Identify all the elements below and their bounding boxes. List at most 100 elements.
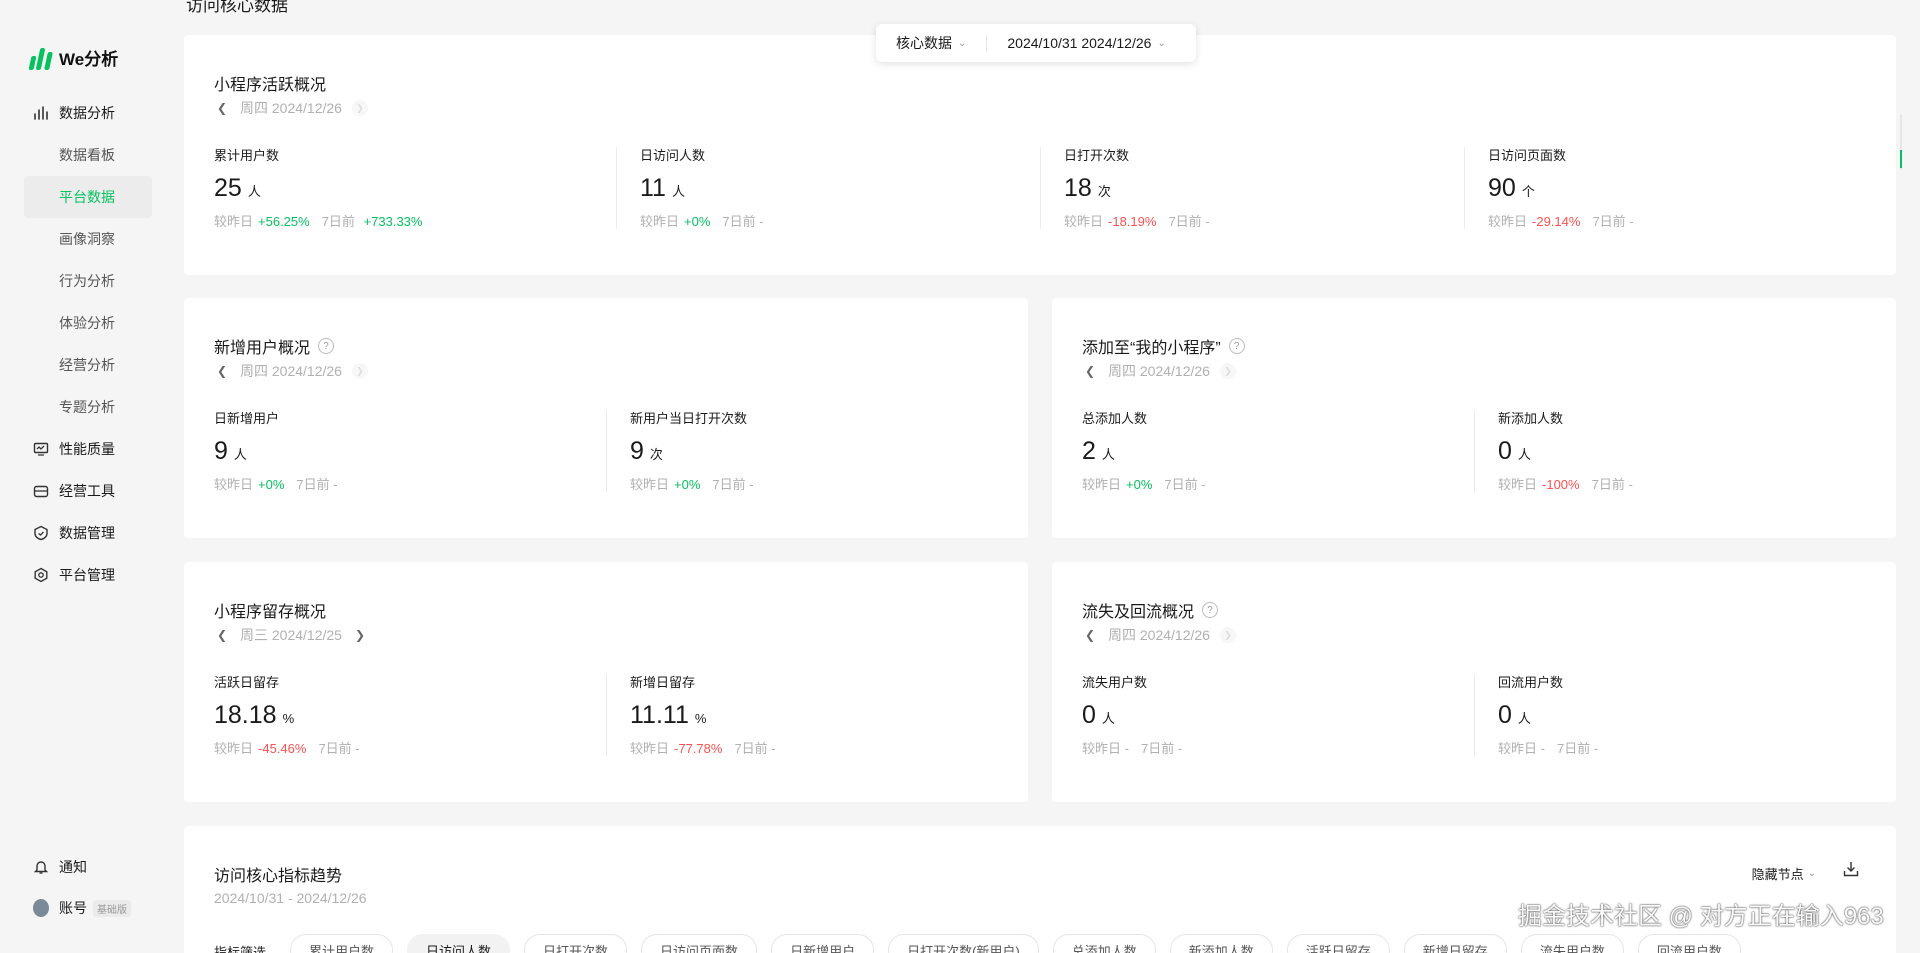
filter-bar: 核心数据 ⌄ 2024/10/31 2024/12/26 ⌄ (876, 24, 1196, 62)
help-icon[interactable]: ? (1202, 602, 1219, 618)
sidebar: We分析 数据分析 数据看板 平台数据 画像洞察 行为分析 体验分析 经营分析 … (0, 0, 160, 953)
sidebar-item-platform-management[interactable]: 平台管理 (24, 554, 152, 596)
next-day-button[interactable]: ❯ (1219, 363, 1236, 379)
sidebar-item-performance[interactable]: 性能质量 (24, 428, 152, 470)
divider (1474, 674, 1475, 756)
divider (1474, 410, 1475, 492)
prev-day-button[interactable]: ❮ (1082, 627, 1098, 643)
metric-label: 日访问人数 (640, 148, 706, 163)
sidebar-item-label: 性能质量 (59, 441, 115, 457)
avatar (33, 899, 49, 917)
date-navigator: ❮ 周四 2024/12/26 ❯ (214, 98, 368, 118)
metric-churned-users: 流失用户数 0人 较昨日 -7日前 - (1082, 672, 1182, 757)
metric-label: 日新增用户 (214, 411, 280, 426)
hide-nodes-dropdown[interactable]: 隐藏节点 ⌄ (1752, 864, 1816, 883)
metric-daily-visitors: 日访问人数 11 人 较昨日 +0% 7日前 - (640, 145, 764, 230)
watermark: 掘金技术社区 @ 对方正在输入963 (1518, 903, 1884, 930)
metric-daily-pages: 日访问页面数 90 个 较昨日 -29.14% 7日前 - (1488, 145, 1634, 230)
next-day-button[interactable]: ❯ (351, 363, 368, 379)
sidebar-item-data-management[interactable]: 数据管理 (24, 512, 152, 554)
chevron-down-icon: ⌄ (1157, 37, 1166, 49)
sidebar-item-data-analysis[interactable]: 数据分析 (24, 92, 152, 134)
account-badge: 基础版 (93, 899, 131, 917)
prev-day-button[interactable]: ❮ (214, 627, 230, 643)
sidebar-account[interactable]: 账号 基础版 (24, 889, 152, 927)
help-icon[interactable]: ? (1228, 338, 1245, 354)
sidebar-item-label: 平台管理 (59, 567, 115, 583)
metric-value: 90 个 (1488, 174, 1535, 202)
logo-icon (28, 46, 53, 70)
prev-day-button[interactable]: ❮ (214, 363, 230, 379)
hexagon-gear-icon (33, 567, 49, 583)
card-title: 流失及回流概况? (1082, 598, 1219, 622)
metric-label: 新用户当日打开次数 (630, 411, 748, 426)
scroll-indicator[interactable] (1900, 115, 1902, 170)
metric-category-select[interactable]: 核心数据 ⌄ (896, 33, 966, 53)
metric-compare: 较昨日 -7日前 - (1082, 741, 1183, 756)
metric-compare: 较昨日 -77.78% 7日前 - (630, 741, 776, 756)
metric-compare: 较昨日 -18.19% 7日前 - (1064, 214, 1210, 229)
sidebar-item-portrait[interactable]: 画像洞察 (24, 218, 152, 260)
metric-new-added: 新添加人数 0人 较昨日 -100% 7日前 - (1498, 408, 1633, 493)
metric-chip[interactable]: 新增日留存 (1403, 934, 1507, 953)
date-range-picker[interactable]: 2024/10/31 2024/12/26 ⌄ (1007, 35, 1165, 51)
divider (616, 147, 617, 229)
metric-value: 0人 (1498, 437, 1531, 465)
prev-day-button[interactable]: ❮ (214, 100, 230, 116)
dropdown-label: 隐藏节点 (1751, 867, 1804, 882)
date-label: 周四 2024/12/26 (240, 100, 342, 116)
next-day-button[interactable]: ❯ (351, 100, 368, 116)
toolbox-icon (33, 483, 49, 499)
card-added-to-my-apps: 添加至“我的小程序”? ❮ 周四 2024/12/26 ❯ 总添加人数 2人 较… (1052, 298, 1896, 538)
metric-value: 18 次 (1064, 174, 1111, 202)
metric-label: 日访问页面数 (1488, 148, 1567, 163)
page-title: 访问核心数据 (186, 0, 288, 15)
metric-label: 流失用户数 (1082, 675, 1148, 690)
metric-chip[interactable]: 日新增用户 (771, 934, 875, 953)
sidebar-nav: 数据分析 数据看板 平台数据 画像洞察 行为分析 体验分析 经营分析 专题分析 … (24, 92, 152, 596)
logo[interactable]: We分析 (28, 45, 118, 70)
next-day-button[interactable]: ❯ (1219, 627, 1236, 643)
sidebar-item-label: 经营工具 (59, 483, 115, 499)
metric-chip[interactable]: 日访问页面数 (641, 934, 758, 953)
divider (1464, 147, 1465, 229)
account-label: 账号 (59, 900, 87, 916)
sidebar-item-dashboard[interactable]: 数据看板 (24, 134, 152, 176)
download-icon[interactable] (1842, 860, 1860, 878)
sidebar-notify[interactable]: 通知 (24, 848, 152, 886)
metric-chip[interactable]: 日打开次数 (524, 934, 628, 953)
divider (606, 410, 607, 492)
card-title: 新增用户概况? (214, 334, 335, 358)
date-navigator: ❮ 周四 2024/12/26 ❯ (1082, 361, 1236, 381)
date-navigator: ❮ 周三 2024/12/25 ❯ (214, 625, 368, 645)
help-icon[interactable]: ? (318, 338, 335, 354)
sidebar-item-experience[interactable]: 体验分析 (24, 302, 152, 344)
sidebar-item-behavior[interactable]: 行为分析 (24, 260, 152, 302)
divider (986, 35, 988, 51)
metric-chip[interactable]: 流失用户数 (1520, 934, 1624, 953)
date-navigator: ❮ 周四 2024/12/26 ❯ (1082, 625, 1236, 645)
metric-chip[interactable]: 新添加人数 (1169, 934, 1273, 953)
metric-new-retention: 新增日留存 11.11% 较昨日 -77.78% 7日前 - (630, 672, 776, 757)
sidebar-item-topics[interactable]: 专题分析 (24, 386, 152, 428)
card-title: 添加至“我的小程序”? (1082, 334, 1245, 358)
metric-chip[interactable]: 回流用户数 (1637, 934, 1741, 953)
card-new-users: 新增用户概况? ❮ 周四 2024/12/26 ❯ 日新增用户 9人 较昨日 +0… (184, 298, 1028, 538)
card-trend: 访问核心指标趋势 2024/10/31 - 2024/12/26 隐藏节点 ⌄ … (184, 826, 1896, 953)
sidebar-item-platform-data[interactable]: 平台数据 (24, 176, 152, 218)
metric-chip[interactable]: 总添加人数 (1052, 934, 1156, 953)
metric-chip[interactable]: 日访问人数 (407, 934, 511, 953)
sidebar-item-business[interactable]: 经营分析 (24, 344, 152, 386)
monitor-icon (33, 441, 49, 457)
sidebar-item-tools[interactable]: 经营工具 (24, 470, 152, 512)
prev-day-button[interactable]: ❮ (1082, 363, 1098, 379)
metric-chip[interactable]: 累计用户数 (290, 934, 394, 953)
shield-icon (33, 525, 49, 541)
select-value: 核心数据 (896, 35, 952, 51)
metric-chip[interactable]: 活跃日留存 (1286, 934, 1390, 953)
metric-value: 11 人 (640, 174, 685, 202)
metric-label: 日打开次数 (1064, 148, 1130, 163)
next-day-button[interactable]: ❯ (352, 627, 368, 643)
metric-value: 0人 (1498, 701, 1531, 729)
metric-chip[interactable]: 日打开次数(新用户) (888, 934, 1039, 953)
